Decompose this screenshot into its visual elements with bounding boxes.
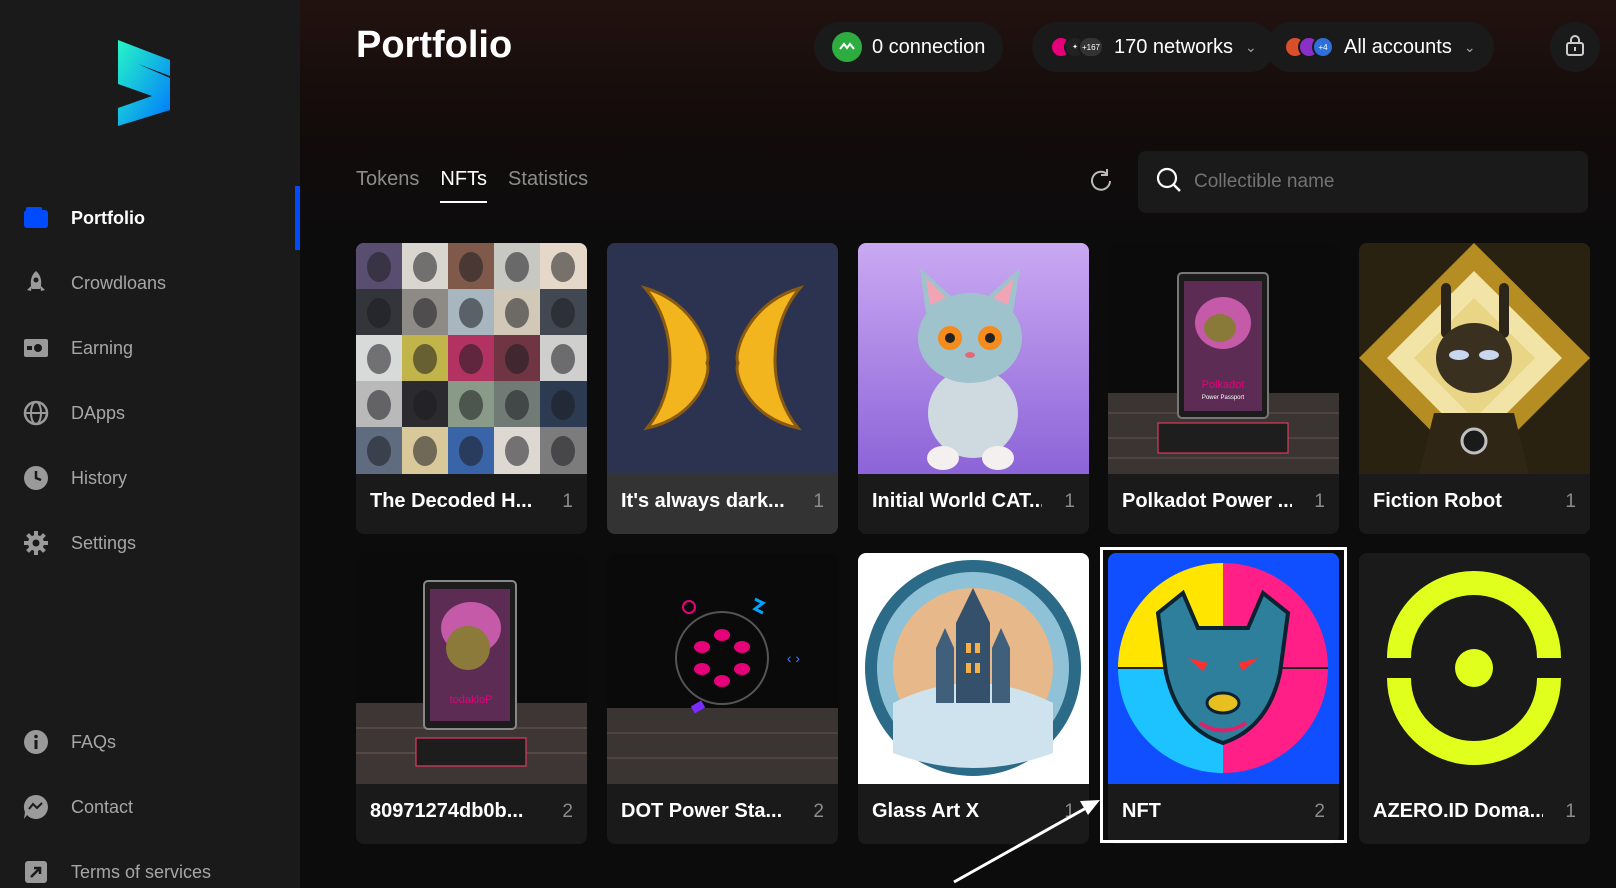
subwallet-logo xyxy=(118,40,170,126)
collection-name: DOT Power Sta... xyxy=(621,800,783,822)
nft-collection-card[interactable]: The Decoded H... 1 xyxy=(356,243,587,534)
collection-thumbnail: todakloP xyxy=(356,553,587,784)
reload-button[interactable] xyxy=(1086,168,1116,198)
info-icon xyxy=(22,728,50,756)
sidebar-item-label: Portfolio xyxy=(71,207,145,228)
tab-nfts[interactable]: NFTs xyxy=(440,168,488,203)
lock-button[interactable] xyxy=(1550,22,1600,72)
nft-collection-card[interactable]: Polkadot Power Passport Polkadot Power .… xyxy=(1108,243,1339,534)
connection-label: 0 connection xyxy=(872,35,986,58)
nft-collection-card[interactable]: Glass Art X 1 xyxy=(858,553,1089,844)
connection-button[interactable]: 0 connection xyxy=(814,22,1004,72)
search-input[interactable] xyxy=(1194,171,1574,193)
nft-collection-card[interactable]: ‹› DOT Power Sta... 2 xyxy=(607,553,838,844)
collection-thumbnail xyxy=(356,243,587,474)
lock-icon xyxy=(1565,34,1585,61)
svg-text:‹›: ‹› xyxy=(785,652,802,668)
globe-icon xyxy=(22,399,50,427)
network-count-badge: +167 xyxy=(1078,36,1104,58)
nft-collection-card[interactable]: AZERO.ID Doma... 1 xyxy=(1359,553,1590,844)
collection-thumbnail: ‹› xyxy=(607,553,838,784)
chat-icon xyxy=(22,793,50,821)
chevron-down-icon: ⌄ xyxy=(1244,38,1257,55)
collection-name: Polkadot Power ... xyxy=(1122,490,1292,512)
account-count-badge: +4 xyxy=(1312,36,1334,58)
tab-statistics[interactable]: Statistics xyxy=(508,168,588,203)
collection-name: NFT xyxy=(1122,800,1161,822)
nft-collection-card[interactable]: NFT 2 xyxy=(1108,553,1339,844)
sidebar-item-terms[interactable]: Terms of services xyxy=(0,852,300,888)
svg-text:todakloP: todakloP xyxy=(450,694,493,706)
sidebar-item-history[interactable]: History xyxy=(0,458,300,498)
collection-count: 2 xyxy=(813,801,824,822)
clock-icon xyxy=(22,464,50,492)
collection-count: 1 xyxy=(1565,491,1576,512)
page-title: Portfolio xyxy=(356,24,513,66)
sidebar-item-label: DApps xyxy=(71,402,126,423)
collection-thumbnail xyxy=(858,553,1089,784)
collection-count: 1 xyxy=(813,491,824,512)
collection-name: The Decoded H... xyxy=(370,490,533,512)
svg-text:Power Passport: Power Passport xyxy=(1202,395,1245,401)
main-content: Portfolio 0 connection ✦ +167 170 networ… xyxy=(300,0,1616,888)
portfolio-tabs: Tokens NFTs Statistics xyxy=(356,168,609,203)
sidebar-item-dapps[interactable]: DApps xyxy=(0,393,300,433)
network-selector[interactable]: ✦ +167 170 networks ⌄ xyxy=(1032,22,1275,72)
sidebar-item-earning[interactable]: Earning xyxy=(0,328,300,368)
collection-name: It's always dark... xyxy=(621,490,785,512)
collection-count: 2 xyxy=(562,801,573,822)
collection-name: Fiction Robot xyxy=(1373,490,1502,512)
sidebar-item-label: Settings xyxy=(71,532,137,553)
collection-name: Initial World CAT... xyxy=(872,490,1042,512)
sidebar-item-crowdloans[interactable]: Crowdloans xyxy=(0,263,300,303)
sidebar-item-label: Terms of services xyxy=(71,861,212,882)
sidebar-item-label: Contact xyxy=(71,796,134,817)
nft-collection-card[interactable]: Initial World CAT... 1 xyxy=(858,243,1089,534)
accounts-label: All accounts xyxy=(1344,35,1452,58)
collection-count: 1 xyxy=(1565,801,1576,822)
collection-count: 1 xyxy=(1064,491,1075,512)
search-icon xyxy=(1156,167,1182,198)
chevron-down-icon: ⌄ xyxy=(1463,38,1476,55)
collection-name: AZERO.ID Doma... xyxy=(1373,800,1543,822)
reload-icon xyxy=(1088,168,1114,199)
collection-count: 1 xyxy=(1314,491,1325,512)
earning-icon xyxy=(22,334,50,362)
collection-thumbnail xyxy=(1359,243,1590,474)
collection-thumbnail xyxy=(607,243,838,474)
gear-icon xyxy=(22,529,50,557)
rocket-icon xyxy=(22,269,50,297)
sidebar-item-label: FAQs xyxy=(71,731,117,752)
sidebar-item-settings[interactable]: Settings xyxy=(0,523,300,563)
sidebar-item-portfolio[interactable]: Portfolio xyxy=(0,198,300,238)
network-avatars: ✦ +167 xyxy=(1050,36,1104,58)
account-selector[interactable]: +4 All accounts ⌄ xyxy=(1266,22,1494,72)
collection-name: 80971274db0b... xyxy=(370,800,524,822)
collection-thumbnail xyxy=(1359,553,1590,784)
wallet-icon xyxy=(22,204,50,232)
collection-thumbnail xyxy=(858,243,1089,474)
tab-tokens[interactable]: Tokens xyxy=(356,168,419,203)
collection-count: 1 xyxy=(1064,801,1075,822)
svg-text:Polkadot: Polkadot xyxy=(1202,379,1245,391)
nft-collection-card[interactable]: It's always dark... 1 xyxy=(607,243,838,534)
external-link-icon xyxy=(22,858,50,886)
nft-collection-card[interactable]: todakloP 80971274db0b... 2 xyxy=(356,553,587,844)
sidebar-item-label: Crowdloans xyxy=(71,272,167,293)
collection-thumbnail xyxy=(1108,553,1339,784)
account-avatars: +4 xyxy=(1284,36,1334,58)
nft-collection-card[interactable]: Fiction Robot 1 xyxy=(1359,243,1590,534)
collection-thumbnail: Polkadot Power Passport xyxy=(1108,243,1339,474)
collectible-search xyxy=(1138,151,1588,213)
collection-count: 1 xyxy=(562,491,573,512)
networks-label: 170 networks xyxy=(1114,35,1233,58)
connection-icon xyxy=(832,32,862,62)
sidebar-item-faqs[interactable]: FAQs xyxy=(0,722,300,762)
sidebar: Portfolio Crowdloans Earning DApps Histo… xyxy=(0,0,300,888)
sidebar-item-contact[interactable]: Contact xyxy=(0,787,300,827)
collection-count: 2 xyxy=(1314,801,1325,822)
collection-name: Glass Art X xyxy=(872,800,980,822)
sidebar-item-label: Earning xyxy=(71,337,134,358)
sidebar-item-label: History xyxy=(71,467,128,488)
